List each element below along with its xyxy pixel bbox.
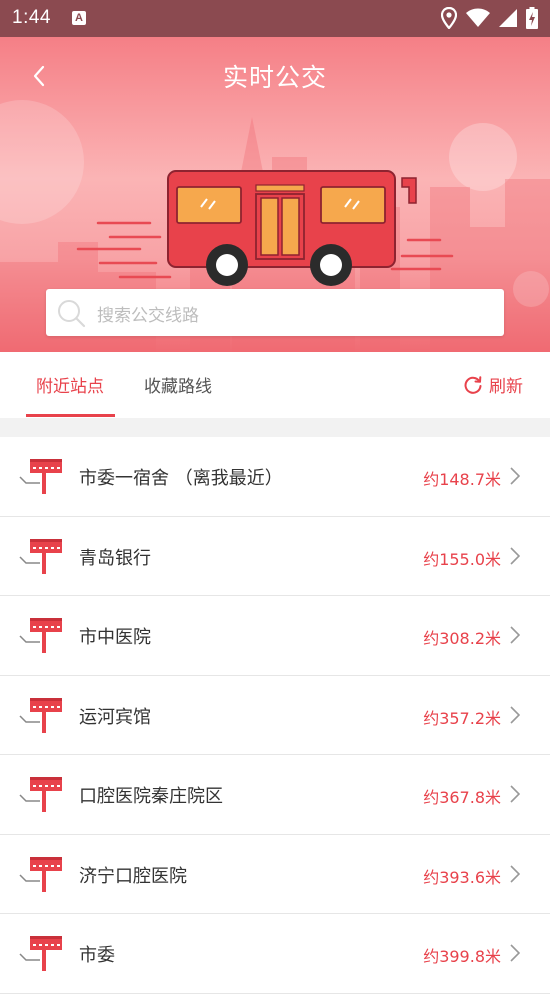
station-list: 市委一宿舍 （离我最近） 约148.7米 青岛银行 约155.0米 市中医院 约… (0, 437, 550, 994)
station-name: 运河宾馆 (79, 706, 151, 728)
page-title: 实时公交 (222, 63, 327, 92)
refresh-label: 刷新 (489, 377, 523, 397)
station-name: 市中医院 (79, 627, 151, 648)
chevron-right-icon (510, 864, 520, 883)
tab-saved-routes[interactable]: 收藏路线 (144, 372, 212, 397)
bus-stop-icon (19, 856, 62, 892)
station-name: 青岛银行 (79, 547, 151, 569)
station-row[interactable]: 市中医院 约308.2米 (0, 596, 550, 676)
bus-stop-icon (19, 538, 62, 574)
station-name: 口腔医院秦庄院区 (79, 786, 223, 807)
bus-stop-icon (19, 459, 62, 494)
station-distance: 约148.7米 (423, 470, 501, 489)
station-name: 市委一宿舍 （离我最近） (79, 468, 283, 489)
station-distance: 约357.2米 (423, 708, 501, 728)
battery-icon (526, 7, 538, 29)
signal-icon (499, 9, 517, 27)
station-row[interactable]: 济宁口腔医院 约393.6米 (0, 834, 550, 914)
active-tab-indicator (26, 414, 115, 417)
station-distance: 约155.0米 (423, 549, 501, 569)
notification-icon: A (72, 11, 86, 25)
refresh-icon (464, 375, 482, 394)
station-distance: 约399.8米 (423, 947, 501, 966)
station-row[interactable]: 市委一宿舍 （离我最近） 约148.7米 (0, 437, 550, 517)
station-name: 济宁口腔医院 (79, 865, 187, 887)
station-row[interactable]: 运河宾馆 约357.2米 (0, 675, 550, 755)
chevron-right-icon (510, 467, 520, 485)
chevron-right-icon (510, 546, 520, 565)
tab-nearby-stops[interactable]: 附近站点 (36, 372, 104, 397)
station-distance: 约393.6米 (423, 867, 501, 887)
wifi-icon (466, 8, 490, 27)
station-distance: 约367.8米 (423, 788, 501, 807)
station-name: 市委 (79, 945, 115, 966)
status-time: 1:44 (12, 7, 51, 28)
chevron-right-icon (510, 705, 520, 724)
chevron-right-icon (510, 785, 520, 803)
status-bar: 1:44 A (0, 0, 550, 37)
bus-stop-icon (19, 777, 62, 812)
station-row[interactable]: 市委 约399.8米 (0, 914, 550, 994)
chevron-right-icon (510, 944, 520, 962)
refresh-button[interactable]: 刷新 (463, 372, 523, 397)
station-row[interactable]: 青岛银行 约155.0米 (0, 516, 550, 596)
bus-stop-icon (19, 697, 62, 733)
station-row[interactable]: 口腔医院秦庄院区 约367.8米 (0, 755, 550, 835)
bus-stop-icon (19, 618, 62, 653)
bus-stop-icon (19, 936, 62, 971)
tab-bar: 附近站点 收藏路线 刷新 (0, 352, 550, 418)
station-distance: 约308.2米 (423, 629, 501, 648)
location-icon (441, 7, 457, 29)
status-icons (441, 6, 538, 30)
search-placeholder: 搜索公交线路 (97, 306, 199, 326)
search-icon (58, 300, 86, 328)
chevron-right-icon (510, 626, 520, 644)
search-input[interactable]: 搜索公交线路 (46, 289, 504, 336)
